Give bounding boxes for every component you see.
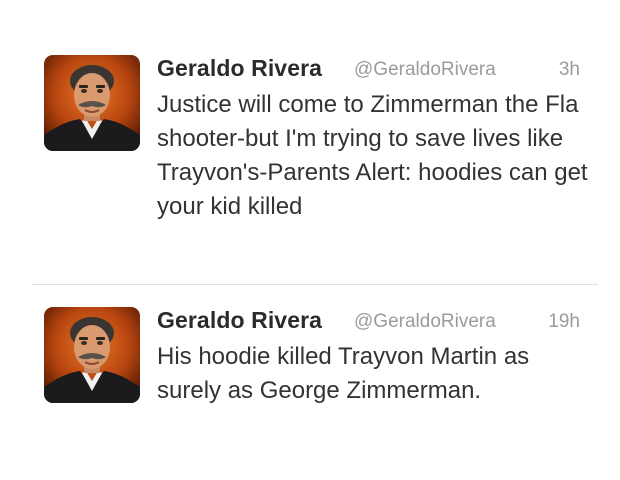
tweet-timeline: Geraldo Rivera @GeraldoRivera 3h Justice… xyxy=(0,0,620,480)
avatar[interactable] xyxy=(44,307,140,403)
author-handle[interactable]: @GeraldoRivera xyxy=(354,59,496,81)
tweet-header: Geraldo Rivera @GeraldoRivera 19h xyxy=(157,307,587,337)
tweet-text: His hoodie killed Trayvon Martin as sure… xyxy=(157,343,530,404)
tweet-header: Geraldo Rivera @GeraldoRivera 3h xyxy=(157,55,587,85)
tweet-divider xyxy=(32,284,598,285)
profile-photo-icon xyxy=(44,55,140,151)
avatar[interactable] xyxy=(44,55,140,151)
author-handle[interactable]: @GeraldoRivera xyxy=(354,311,496,333)
tweet-timestamp[interactable]: 19h xyxy=(548,311,580,333)
author-name[interactable]: Geraldo Rivera xyxy=(157,307,322,334)
tweet-timestamp[interactable]: 3h xyxy=(559,59,580,81)
tweet-text: Justice will come to Zimmerman the Fla s… xyxy=(157,91,588,220)
profile-photo-icon xyxy=(44,307,140,403)
author-name[interactable]: Geraldo Rivera xyxy=(157,55,322,82)
